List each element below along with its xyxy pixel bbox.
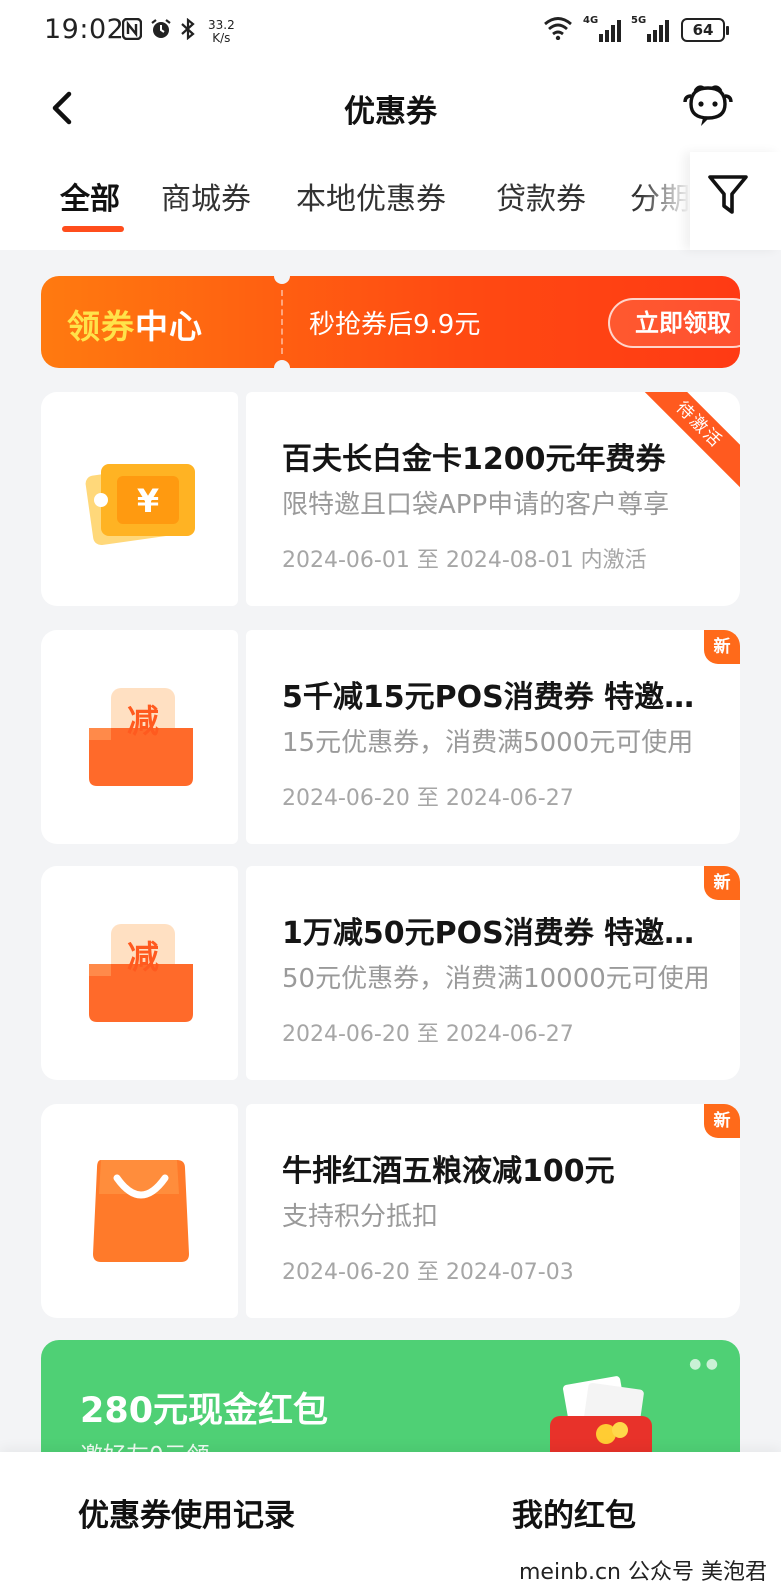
nfc-icon — [121, 17, 143, 45]
coupon-info-panel: 百夫长白金卡1200元年费券 限特邀且口袋APP申请的客户尊享 2024-06-… — [246, 392, 740, 606]
icon-label: 减 — [127, 702, 159, 740]
coupon-info-panel: 牛排红酒五粮液减100元 支持积分抵扣 2024-06-20 至 2024-07… — [246, 1104, 740, 1318]
filter-button[interactable] — [690, 152, 781, 250]
page-title: 优惠券 — [344, 94, 437, 130]
coupon-title: 1万减50元POS消费券 特邀用户专享 — [282, 916, 712, 951]
coupon-title: 百夫长白金卡1200元年费券 — [282, 442, 666, 477]
network-type-1: 4G — [583, 15, 599, 26]
coupon-validity: 2024-06-20 至 2024-06-27 — [282, 1022, 574, 1047]
coupon-history-button[interactable]: 优惠券使用记录 — [78, 1490, 295, 1535]
wifi-icon — [543, 16, 573, 44]
bottom-action-bar: 优惠券使用记录 我的红包 meinb.cn 公众号 美泡君 — [0, 1452, 781, 1594]
network-speed: 33.2 K/s — [208, 17, 235, 45]
cellular-signal-2-icon: 5G — [631, 15, 669, 42]
battery-icon: 64 — [681, 18, 729, 42]
tab-loan[interactable]: 贷款券 — [496, 174, 586, 218]
alarm-icon — [150, 18, 172, 45]
watermark: meinb.cn 公众号 美泡君 — [518, 1560, 767, 1585]
customer-service-icon — [683, 85, 733, 126]
coupon-icon-panel — [41, 1104, 238, 1318]
new-badge: 新 — [704, 630, 740, 664]
speed-value: 33.2 — [208, 17, 235, 32]
banner-notch — [274, 276, 290, 284]
status-time: 19:02 — [44, 14, 125, 45]
my-red-packet-button[interactable]: 我的红包 — [512, 1490, 636, 1535]
coupon-validity: 2024-06-20 至 2024-07-03 — [282, 1260, 574, 1285]
coupon-info-panel: 1万减50元POS消费券 特邀用户专享 50元优惠券，消费满10000元可使用 … — [246, 866, 740, 1080]
shopping-bag-icon — [93, 1160, 189, 1262]
coupon-description: 支持积分抵扣 — [282, 1202, 439, 1232]
coupon-icon-panel: 减 — [41, 866, 238, 1080]
status-left-icons: 33.2 K/s — [121, 17, 235, 45]
speed-unit: K/s — [212, 30, 231, 45]
coupon-card[interactable]: 减 5千减15元POS消费券 特邀用户专享 15元优惠券，消费满5000元可使用… — [41, 630, 740, 844]
coupon-card[interactable]: ¥ 百夫长白金卡1200元年费券 限特邀且口袋APP申请的客户尊享 2024-0… — [41, 392, 740, 606]
banner-notch — [274, 360, 290, 368]
more-dots-icon: ● ● — [689, 1356, 718, 1372]
coupon-page: 19:02 33.2 K/s 4G 5G 64 优惠券 全部 商城券 本地优惠券… — [0, 0, 781, 1594]
coupon-validity: 2024-06-01 至 2024-08-01 内激活 — [282, 548, 647, 573]
coupon-description: 限特邀且口袋APP申请的客户尊享 — [282, 490, 670, 520]
coupon-title: 牛排红酒五粮液减100元 — [282, 1154, 615, 1189]
top-navbar: 优惠券 — [0, 68, 781, 152]
banner-divider — [281, 290, 283, 354]
promo-title: 280元现金红包 — [80, 1391, 329, 1431]
filter-icon — [708, 175, 748, 214]
coupon-description: 15元优惠券，消费满5000元可使用 — [282, 728, 694, 758]
banner-title-highlight: 领券 — [67, 307, 135, 346]
active-tab-indicator — [62, 226, 124, 232]
banner-title: 领券中心 — [67, 300, 203, 348]
network-type-2: 5G — [631, 15, 647, 26]
discount-envelope-icon: 减 — [89, 688, 193, 786]
coupon-description: 50元优惠券，消费满10000元可使用 — [282, 964, 710, 994]
banner-subtitle: 秒抢券后9.9元 — [309, 310, 481, 340]
coupon-icon-panel: ¥ — [41, 392, 238, 606]
new-badge: 新 — [704, 1104, 740, 1138]
cellular-signal-1-icon: 4G — [583, 15, 621, 42]
status-right-icons: 4G 5G 64 — [543, 15, 729, 44]
coupon-icon-panel: 减 — [41, 630, 238, 844]
coupon-info-panel: 5千减15元POS消费券 特邀用户专享 15元优惠券，消费满5000元可使用 2… — [246, 630, 740, 844]
svg-text:¥: ¥ — [137, 482, 159, 520]
yuan-ticket-icon: ¥ — [85, 464, 195, 546]
discount-envelope-icon: 减 — [89, 924, 193, 1022]
coupon-validity: 2024-06-20 至 2024-06-27 — [282, 786, 574, 811]
customer-service-button[interactable] — [681, 82, 735, 132]
claim-now-button[interactable]: 立即领取 — [608, 298, 740, 348]
coupon-center-banner[interactable]: 领券中心 秒抢券后9.9元 立即领取 — [41, 276, 740, 368]
banner-title-rest: 中心 — [135, 307, 203, 346]
bluetooth-icon — [180, 17, 196, 45]
tab-local[interactable]: 本地优惠券 — [296, 174, 446, 218]
coupon-title: 5千减15元POS消费券 特邀用户专享 — [282, 680, 712, 715]
icon-label: 减 — [127, 938, 159, 976]
tab-mall[interactable]: 商城券 — [161, 174, 251, 218]
status-bar: 19:02 33.2 K/s 4G 5G 64 — [0, 0, 781, 68]
coupon-card[interactable]: 牛排红酒五粮液减100元 支持积分抵扣 2024-06-20 至 2024-07… — [41, 1104, 740, 1318]
category-tabs: 全部 商城券 本地优惠券 贷款券 分期 — [0, 152, 781, 250]
tab-all[interactable]: 全部 — [60, 174, 120, 218]
tabs-fade-overlay — [640, 152, 690, 250]
new-badge: 新 — [704, 866, 740, 900]
coupon-card[interactable]: 减 1万减50元POS消费券 特邀用户专享 50元优惠券，消费满10000元可使… — [41, 866, 740, 1080]
